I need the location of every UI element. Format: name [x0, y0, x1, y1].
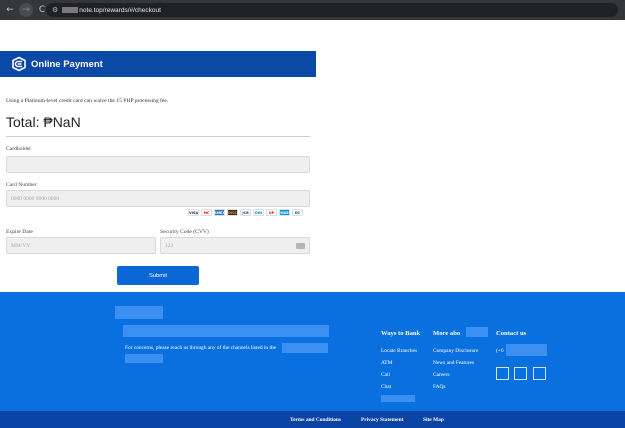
footer-logo-redacted [115, 306, 163, 319]
contact-phone-redacted [506, 344, 547, 356]
ways-to-bank-heading: Ways to Bank [381, 330, 421, 337]
expire-date-input[interactable]: MM/YY [6, 237, 156, 254]
concerns-text-redacted [282, 343, 328, 353]
card-number-placeholder: 0000 0000 0000 0000 [11, 195, 60, 202]
mastercard-icon: MC [201, 209, 212, 216]
footer-heading-redacted [123, 325, 329, 337]
back-arrow-icon[interactable]: ← [3, 3, 17, 17]
footer-link-company-disclosure[interactable]: Company Disclosure [433, 348, 478, 354]
amex-icon: AMEX [214, 209, 225, 216]
social-twitter-icon[interactable] [514, 367, 527, 380]
forward-arrow-icon[interactable]: → [19, 3, 33, 17]
footer-link-atm[interactable]: ATM [381, 360, 392, 366]
footer-link-chat[interactable]: Chat [381, 384, 391, 390]
sitemap-link[interactable]: Site Map [423, 417, 444, 423]
expire-date-placeholder: MM/YY [11, 242, 31, 249]
footer-link-faqs[interactable]: FAQs [433, 384, 445, 390]
cvv-label: Security Code (CVV) [160, 229, 209, 235]
cardholder-label: Cardholder [6, 146, 32, 152]
cvv-placeholder: 123 [165, 242, 174, 249]
visa-icon: VISA [188, 209, 199, 216]
social-facebook-icon[interactable] [496, 367, 509, 380]
redacted-domain [62, 7, 79, 13]
more-about-heading-redacted [466, 327, 488, 337]
page-header: Online Payment [0, 51, 316, 77]
privacy-link[interactable]: Privacy Statement [361, 417, 403, 423]
footer-link-redacted [381, 395, 415, 402]
online-payment-logo-icon [12, 56, 26, 72]
unionpay-icon: UP [266, 209, 277, 216]
browser-toolbar: ← → C ⚙ note.top/rewards/#/checkout [0, 0, 625, 20]
footer-link-careers[interactable]: Careers [433, 372, 449, 378]
contact-phone: (+6 [496, 348, 504, 354]
social-instagram-icon[interactable] [533, 367, 546, 380]
accepted-cards: VISA MC AMEX DISC JCB DIN UP MAE DC [188, 209, 303, 216]
processing-fee-note: Using a Platinum-level credit card can w… [6, 98, 169, 104]
submit-button[interactable]: Submit [117, 266, 199, 285]
card-cvv-icon [296, 243, 305, 249]
card-number-label: Card Number [6, 182, 37, 188]
jcb-icon: JCB [240, 209, 251, 216]
total-amount: Total: ₱NaN [6, 114, 81, 130]
concerns-text: For concerns, please reach us through an… [125, 345, 277, 351]
cvv-input[interactable]: 123 [160, 237, 310, 254]
card-number-input[interactable]: 0000 0000 0000 0000 [6, 190, 310, 207]
divider [6, 136, 310, 137]
url-text: note.top/rewards/#/checkout [79, 6, 161, 14]
terms-link[interactable]: Terms and Conditions [290, 417, 341, 423]
contact-us-heading: Contact us [496, 330, 527, 337]
address-bar[interactable]: ⚙ note.top/rewards/#/checkout [46, 3, 618, 17]
page-title: Online Payment [31, 59, 103, 70]
cardholder-input[interactable] [6, 156, 310, 173]
footer-link-call[interactable]: Call [381, 372, 390, 378]
diners-icon: DIN [253, 209, 264, 216]
footer-link-news-and-features[interactable]: News and Features [433, 360, 474, 366]
expire-date-label: Expire Date [6, 229, 33, 235]
site-settings-icon[interactable]: ⚙ [52, 6, 58, 14]
maestro-icon: MAE [279, 209, 290, 216]
footer-link-locate-branches[interactable]: Locate Branches [381, 348, 417, 354]
discover-icon: DISC [227, 209, 238, 216]
dinersclub-icon: DC [292, 209, 303, 216]
more-about-heading: More abo [433, 330, 461, 337]
concerns-text-redacted-2 [125, 354, 163, 363]
footer: For concerns, please reach us through an… [0, 292, 625, 411]
footer-bottom-bar: Terms and Conditions Privacy Statement S… [0, 411, 625, 428]
